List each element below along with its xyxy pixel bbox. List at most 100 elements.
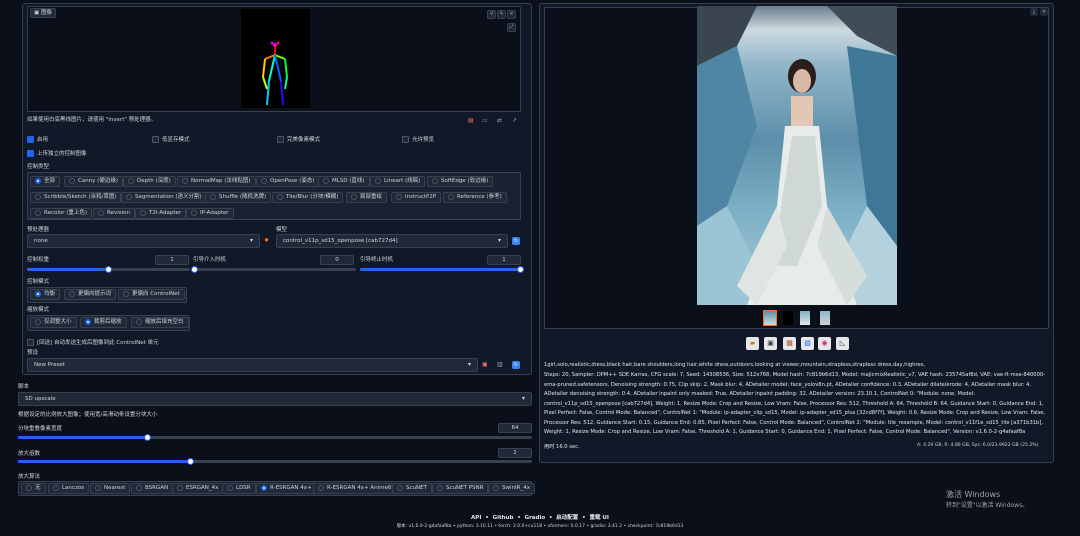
radio-dot xyxy=(448,193,454,200)
control-type-inpaint[interactable]: 局部重绘 xyxy=(346,192,388,203)
guidance-start-slider[interactable] xyxy=(191,266,356,273)
thumbnail-4[interactable] xyxy=(820,311,830,325)
radio-dot xyxy=(397,484,403,491)
control-type-canny[interactable]: Canny (硬边缘) xyxy=(64,176,123,187)
control-type-scribble[interactable]: Scribble/Sketch (涂鸦/草图) xyxy=(30,192,122,203)
control-type-recolor[interactable]: Recolor (重上色) xyxy=(30,208,93,219)
control-type-normalmap[interactable]: NormalMap (法线贴图) xyxy=(177,176,256,187)
footer-link-github[interactable]: Github xyxy=(493,515,514,521)
slider-knob[interactable] xyxy=(105,266,112,273)
weight-slider[interactable] xyxy=(27,266,190,273)
upscaler-r-esrgan-anime[interactable]: R-ESRGAN 4x+ Anime6B xyxy=(313,483,401,494)
upscaler-bsrgan[interactable]: BSRGAN xyxy=(131,483,174,494)
upscaler-scunet-psnr[interactable]: ScuNET PSNR xyxy=(432,483,489,494)
control-type-mlsd[interactable]: MLSD (直线) xyxy=(318,176,370,187)
thumbnail-2[interactable] xyxy=(783,311,793,325)
reset-icon[interactable]: ↺ xyxy=(487,10,496,19)
swap-icon[interactable]: ⇄ xyxy=(497,117,502,124)
allow-preview-checkbox[interactable]: 允许预览 xyxy=(402,135,434,143)
tile-overlap-input[interactable]: 64 xyxy=(498,423,532,433)
guidance-end-slider[interactable] xyxy=(360,266,524,273)
scale-factor-slider[interactable] xyxy=(18,458,532,465)
footer-link-reload[interactable]: 重载 UI xyxy=(590,515,609,521)
edit-icon[interactable]: ✎ xyxy=(497,10,506,19)
control-type-tile[interactable]: Tile/Blur (分块/模糊) xyxy=(272,192,344,203)
send-to-inpaint-icon[interactable]: ◉ xyxy=(818,337,831,350)
control-type-ip-adapter[interactable]: IP-Adapter xyxy=(186,208,234,219)
close-icon[interactable]: ✕ xyxy=(1040,8,1048,16)
save-icon[interactable]: ▣ xyxy=(764,337,777,350)
radio-dot xyxy=(35,318,41,325)
control-mode-prompt[interactable]: 更偏向提示词 xyxy=(64,289,117,300)
footer-link-gradio[interactable]: Gradio xyxy=(525,515,546,521)
control-type-reference[interactable]: Reference (参考) xyxy=(443,192,507,203)
slider-knob[interactable] xyxy=(144,434,151,441)
script-select[interactable]: SD upscale ▾ xyxy=(18,392,532,406)
control-mode-balanced[interactable]: 均衡 xyxy=(30,289,61,300)
refresh-icon[interactable]: ↻ xyxy=(512,237,520,245)
save-icon[interactable]: ▣ xyxy=(482,361,488,368)
open-folder-icon[interactable]: ▰ xyxy=(746,337,759,350)
radio-dot xyxy=(69,177,75,184)
upscaler-r-esrgan-4x-plus[interactable]: R-ESRGAN 4x+ xyxy=(256,483,317,494)
slider-knob[interactable] xyxy=(191,266,198,273)
enable-checkbox[interactable]: 启用 xyxy=(27,135,48,143)
model-select[interactable]: control_v11p_sd15_openpose [cab727d4] ▾ xyxy=(276,234,508,248)
guidance-end-input[interactable]: 1 xyxy=(487,255,521,265)
generation-prompt: 1girl,solo,realistic,dress,black hair,ba… xyxy=(544,362,926,368)
scale-factor-label: 放大倍数 xyxy=(18,451,41,457)
upscaler-scunet[interactable]: ScuNET xyxy=(392,483,432,494)
send-icon[interactable]: ↗ xyxy=(512,117,517,124)
footer-link-startup[interactable]: 启动配置 xyxy=(556,515,578,521)
upload-independent-checkbox[interactable]: 上传独立的控制图像 xyxy=(27,149,87,157)
generated-image[interactable] xyxy=(697,6,897,305)
refresh-icon[interactable]: ↻ xyxy=(512,361,520,369)
loopback-checkbox[interactable]: [回送] 自动发送生成后图像到此 ControlNet 单元 xyxy=(27,338,159,346)
thumbnail-3[interactable] xyxy=(800,311,810,325)
delete-icon[interactable]: ▥ xyxy=(497,361,503,368)
control-type-segmentation[interactable]: Segmentation (语义分割) xyxy=(121,192,207,203)
camera-icon[interactable]: ▭ xyxy=(482,117,488,124)
control-type-openpose[interactable]: OpenPose (姿态) xyxy=(256,176,320,187)
download-icon[interactable]: ⤓ xyxy=(1030,8,1038,16)
preset-select[interactable]: New Preset ▾ xyxy=(27,358,478,372)
file-icon[interactable]: ▤ xyxy=(468,117,474,124)
control-mode-controlnet[interactable]: 更偏向 ControlNet xyxy=(118,289,185,300)
control-type-shuffle[interactable]: Shuffle (随机洗牌) xyxy=(205,192,272,203)
guidance-start-label: 引导介入时机 xyxy=(193,257,227,263)
control-type-all[interactable]: 全部 xyxy=(30,176,61,187)
run-preprocessor-icon[interactable]: ✸ xyxy=(264,237,269,244)
preprocessor-select[interactable]: none ▾ xyxy=(27,234,260,248)
slider-knob[interactable] xyxy=(187,458,194,465)
resize-mode-crop[interactable]: 裁剪后缩放 xyxy=(80,317,127,328)
resize-mode-just-resize[interactable]: 仅调整大小 xyxy=(30,317,77,328)
guidance-start-input[interactable]: 0 xyxy=(320,255,354,265)
send-to-extras-icon[interactable]: ◺ xyxy=(836,337,849,350)
control-type-instructp2p[interactable]: InstructP2P xyxy=(391,192,442,203)
control-type-lineart[interactable]: Lineart (线稿) xyxy=(370,176,426,187)
footer-link-api[interactable]: API xyxy=(471,515,481,521)
upscaler-esrgan-4x[interactable]: ESRGAN_4x xyxy=(172,483,224,494)
send-to-img2img-icon[interactable]: ▨ xyxy=(801,337,814,350)
upscaler-lanczos[interactable]: Lanczos xyxy=(48,483,90,494)
control-type-revision[interactable]: Revision xyxy=(93,208,135,219)
close-icon[interactable]: ✕ xyxy=(507,10,516,19)
control-type-t2i[interactable]: T2I-Adapter xyxy=(135,208,187,219)
scale-factor-input[interactable]: 2 xyxy=(498,448,532,458)
invert-hint: 如果使用白底黑线图片，请使用 "invert" 预处理器。 xyxy=(27,117,157,123)
upscaler-ldsr[interactable]: LDSR xyxy=(222,483,256,494)
upscaler-none[interactable]: 无 xyxy=(21,483,46,494)
thumbnail-1[interactable] xyxy=(763,310,777,326)
weight-input[interactable]: 1 xyxy=(155,255,189,265)
control-type-softedge[interactable]: SoftEdge (软边缘) xyxy=(427,176,494,187)
slider-knob[interactable] xyxy=(517,266,524,273)
zip-icon[interactable]: ▦ xyxy=(783,337,796,350)
resize-mode-fill[interactable]: 缩放后填充空白 xyxy=(131,317,189,328)
upscaler-swinir[interactable]: SwinIR_4x xyxy=(488,483,535,494)
low-vram-checkbox[interactable]: 低显存模式 xyxy=(152,135,190,143)
expand-icon[interactable]: ⤢ xyxy=(507,23,516,32)
upscaler-nearest[interactable]: Nearest xyxy=(90,483,131,494)
tile-overlap-slider[interactable] xyxy=(18,434,532,441)
pixel-perfect-checkbox[interactable]: 完美像素模式 xyxy=(277,135,320,143)
control-type-depth[interactable]: Depth (深度) xyxy=(123,176,176,187)
